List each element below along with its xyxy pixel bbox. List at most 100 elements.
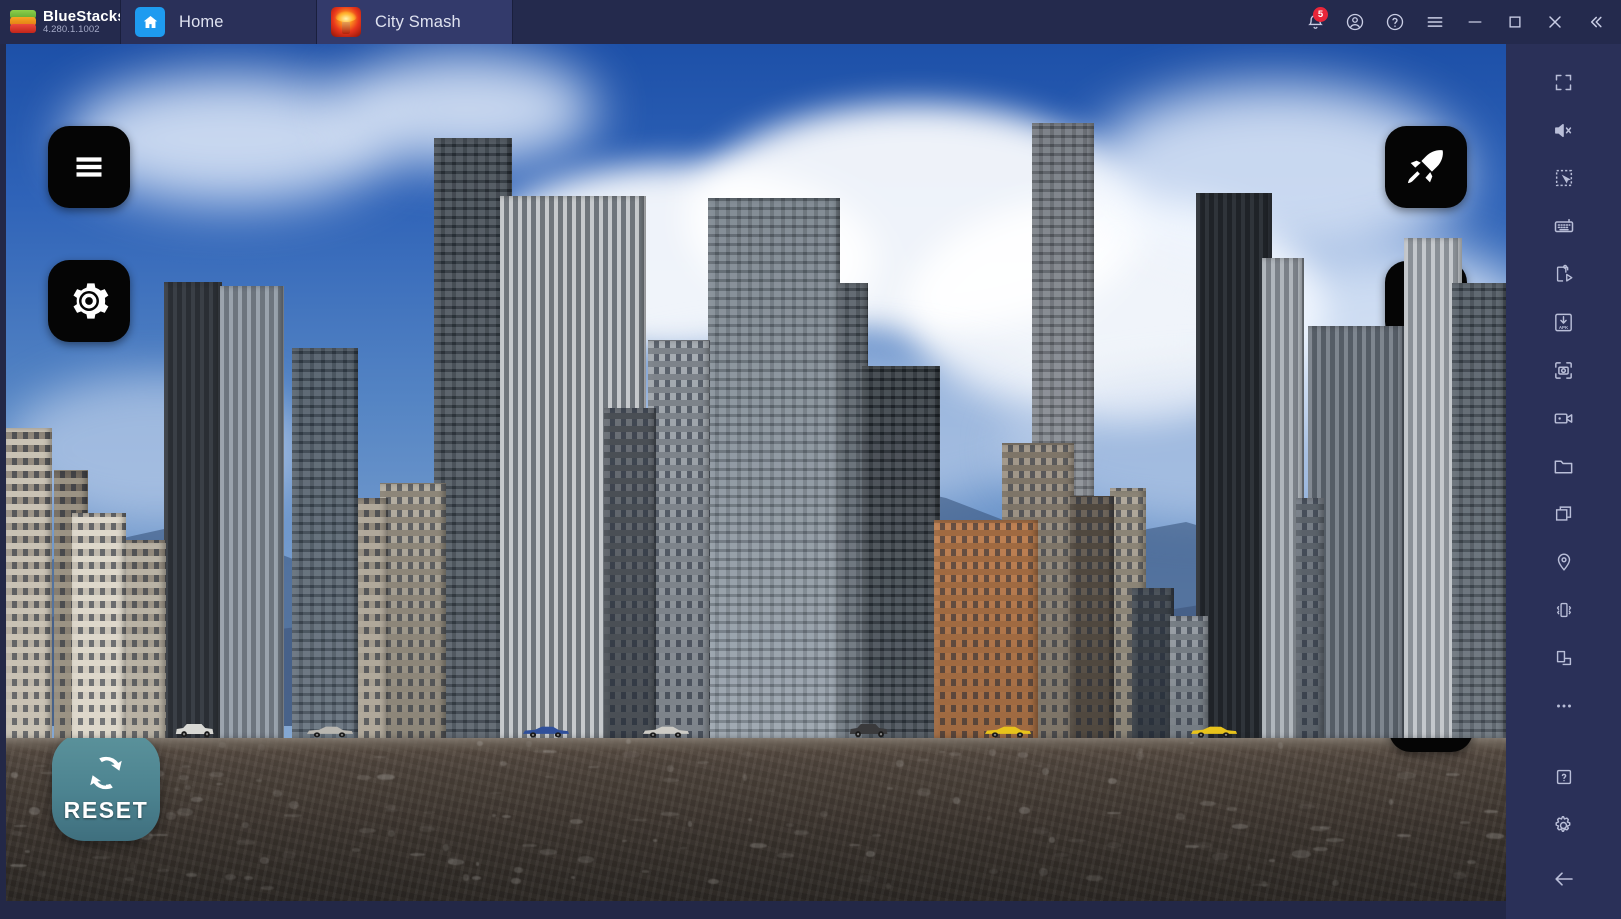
ground-rock [209,771,225,778]
tab-city-smash[interactable]: City Smash [316,0,512,44]
game-viewport[interactable]: RESET [6,44,1506,901]
ground-rock [410,852,426,856]
car[interactable] [642,724,690,738]
reset-button[interactable]: RESET [52,733,160,841]
building[interactable] [126,540,166,738]
ground-rock [272,789,282,797]
gear-icon [1555,815,1571,832]
building[interactable] [72,513,126,738]
fullscreen-icon [1555,74,1572,90]
location-button[interactable] [1538,538,1590,586]
sidebar-settings-button[interactable] [1538,801,1590,849]
game-controls-button[interactable] [1538,202,1590,250]
car[interactable] [522,724,570,738]
ground-rock [916,758,930,761]
ground-rock [1175,813,1185,820]
city-smash-app-icon [331,7,361,37]
ground-rock [1053,852,1070,858]
brand-version: 4.280.1.1002 [43,23,100,35]
ground-rock [1108,778,1118,785]
more-button[interactable] [1538,682,1590,730]
ground-rock [768,787,776,792]
menu-button[interactable] [1415,0,1455,44]
building[interactable] [220,286,284,738]
keyboard-icon [1554,218,1573,233]
ground-rock [236,839,256,846]
building[interactable] [862,366,940,738]
mute-button[interactable] [1538,106,1590,154]
record-screen-button[interactable] [1538,394,1590,442]
car[interactable] [984,724,1032,738]
building[interactable] [6,428,52,738]
multi-instance-button[interactable] [1538,490,1590,538]
collapse-sidebar-button[interactable] [1575,0,1615,44]
tab-home-label: Home [179,12,224,31]
building[interactable] [1296,498,1324,738]
question-box-icon [1556,769,1571,785]
building[interactable] [604,408,656,738]
media-manager-button[interactable] [1538,442,1590,490]
ground-rock [476,741,483,747]
ground-rock [282,851,296,859]
ground-rock [887,787,893,790]
ground-rock [948,751,961,756]
ground-rock [587,765,599,768]
tab-city-smash-label: City Smash [375,12,461,31]
stage-bottom-border [0,901,1506,919]
ground-rock [986,815,993,821]
ground-rock [668,820,672,826]
building[interactable] [934,520,1038,738]
ground-rock [191,796,204,802]
ground-rock [499,761,507,767]
ground-rock [989,869,998,874]
building[interactable] [380,483,446,738]
game-settings-button[interactable] [48,260,130,342]
car[interactable] [848,721,892,738]
ground-rock [577,855,595,863]
tab-home[interactable]: Home [120,0,316,44]
ground-rock [749,843,768,848]
building[interactable] [1170,616,1208,738]
sidebar-help-button[interactable] [1538,753,1590,801]
minimize-button[interactable] [1455,0,1495,44]
building[interactable] [1070,496,1114,738]
building[interactable] [358,498,388,738]
ground-rock [544,775,554,779]
ground-rock [1483,809,1499,814]
screenshot-button[interactable] [1538,346,1590,394]
ground-rock [679,846,688,849]
ground-terrain [6,738,1506,901]
rocket-weapon-button[interactable] [1385,126,1467,208]
game-menu-button[interactable] [48,126,130,208]
help-button[interactable] [1375,0,1415,44]
car[interactable] [1190,724,1238,738]
building[interactable] [1452,283,1506,738]
ground-rock [510,877,522,884]
building[interactable] [164,282,222,738]
ground-rock [1409,883,1416,886]
building[interactable] [292,348,358,738]
ground-rock [1196,841,1212,849]
building[interactable] [1132,588,1174,738]
shake-button[interactable] [1538,586,1590,634]
notifications-button[interactable]: 5 [1295,0,1335,44]
install-apk-button[interactable]: APK [1538,298,1590,346]
fullscreen-button[interactable] [1538,58,1590,106]
sidebar-back-button[interactable] [1538,855,1590,903]
maximize-button[interactable] [1495,0,1535,44]
account-button[interactable] [1335,0,1375,44]
rotate-button[interactable] [1538,634,1590,682]
ground-rock [501,815,511,819]
building[interactable] [708,198,840,738]
ground-rock [1331,880,1339,886]
ground-rock [1136,752,1145,761]
ground-rock [1085,875,1104,882]
reset-button-label: RESET [63,796,149,823]
close-button[interactable] [1535,0,1575,44]
car[interactable] [306,724,354,738]
ground-rock [256,779,262,783]
macro-recorder-button[interactable] [1538,250,1590,298]
multi-select-button[interactable] [1538,154,1590,202]
building[interactable] [648,340,710,738]
car[interactable] [174,721,218,738]
